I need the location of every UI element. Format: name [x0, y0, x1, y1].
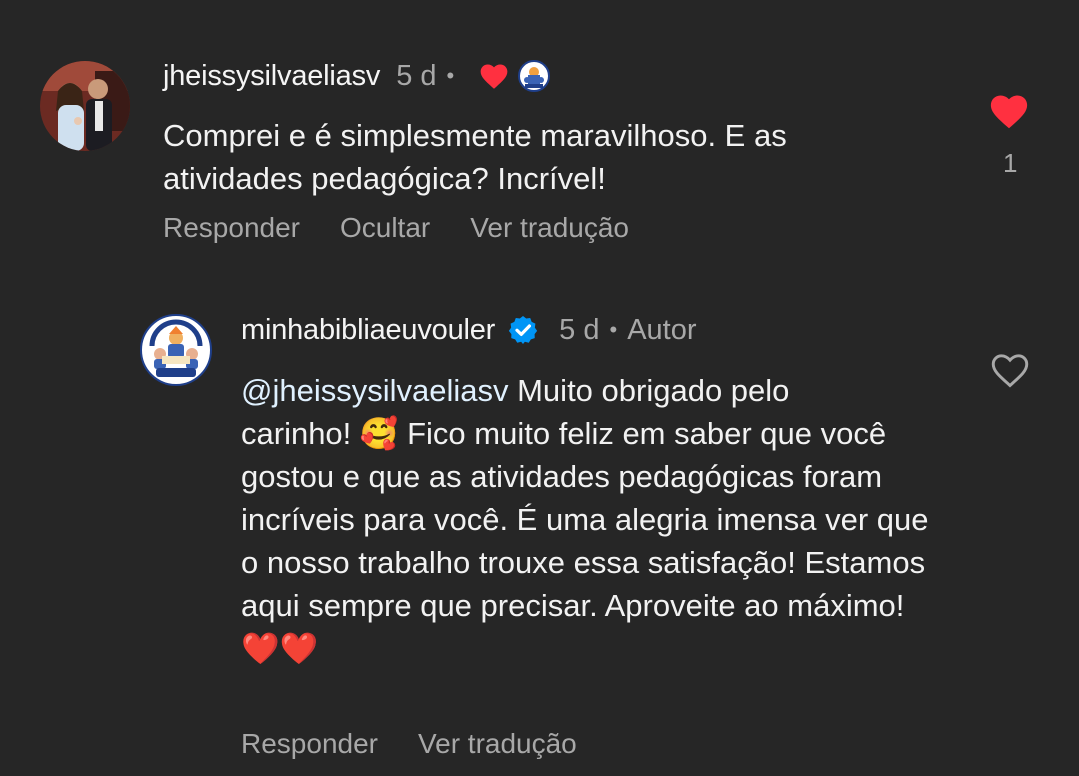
heart-outline-icon: [991, 354, 1029, 388]
like-button[interactable]: [989, 351, 1031, 394]
comment-text: Comprei e é simplesmente maravilhoso. E …: [163, 118, 787, 196]
reply-button[interactable]: Responder: [241, 728, 378, 760]
avatar[interactable]: [40, 61, 130, 151]
separator-dot: •: [609, 317, 618, 342]
like-count: 1: [1003, 148, 1018, 178]
timestamp: 5 d: [559, 313, 600, 346]
mention-link[interactable]: @jheissysilvaeliasv: [241, 373, 509, 408]
translate-button[interactable]: Ver tradução: [470, 212, 629, 244]
comment-text: @jheissysilvaeliasv Muito obrigado pelo c…: [241, 369, 931, 670]
comment-header: minhabibliaeuvouler 5 d • Autor: [241, 312, 697, 348]
comment-text-body: carinho! 🥰 Fico muito feliz em saber que…: [241, 416, 929, 666]
author-liked-avatar-icon: [518, 60, 551, 92]
heart-filled-icon: [990, 95, 1028, 129]
avatar[interactable]: [140, 314, 212, 386]
hide-button[interactable]: Ocultar: [340, 212, 430, 244]
brand-logo-icon: [143, 317, 209, 383]
comment-actions: Responder Ver tradução: [241, 728, 577, 760]
username[interactable]: jheissysilvaeliasv: [163, 60, 380, 93]
heart-icon: [478, 62, 510, 90]
separator-dot: •: [446, 63, 455, 88]
username[interactable]: minhabibliaeuvouler: [241, 314, 495, 347]
comment-header: jheissysilvaeliasv 5 d •: [163, 58, 551, 94]
like-button[interactable]: [988, 92, 1030, 135]
verified-badge-icon: [507, 314, 539, 346]
translate-button[interactable]: Ver tradução: [418, 728, 577, 760]
timestamp: 5 d: [396, 59, 437, 92]
comment-text-line1: Muito obrigado pelo: [508, 373, 790, 408]
comment-actions: Responder Ocultar Ver tradução: [163, 212, 629, 244]
avatar-photo: [40, 61, 130, 151]
reply-button[interactable]: Responder: [163, 212, 300, 244]
author-badge: Autor: [627, 313, 697, 346]
